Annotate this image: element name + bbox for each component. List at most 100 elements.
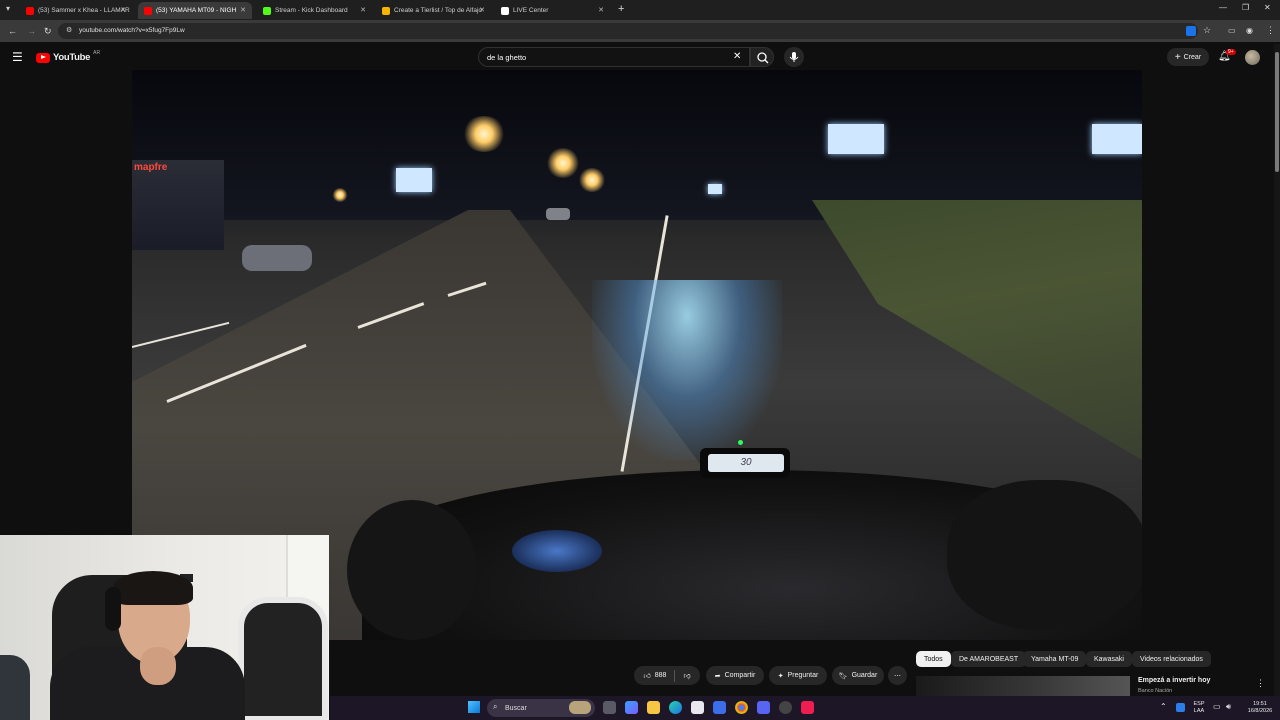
clock-date: 16/8/2026 — [1247, 708, 1273, 714]
store-icon[interactable] — [691, 701, 704, 714]
profile-icon[interactable]: ◉ — [1246, 26, 1253, 35]
billboard — [396, 168, 432, 192]
address-bar[interactable] — [58, 23, 1198, 39]
url-text: youtube.com/watch?v=x5fug7Fp9Lw — [79, 27, 185, 34]
browser-tab-3[interactable]: Stream - Kick Dashboard ✕ — [257, 2, 372, 19]
language-code: ESP — [1193, 701, 1205, 707]
chip-de-amarobeast[interactable]: De AMAROBEAST — [951, 651, 1027, 667]
browser-tab-1[interactable]: (53) Sammer x Khea - LLAMAR ✕ — [20, 2, 132, 19]
save-button[interactable]: 🔖︎ Guardar — [832, 666, 884, 685]
like-dislike-group: 👍︎ 888 👎︎ — [634, 666, 700, 685]
share-button[interactable]: ➦ Compartir — [706, 666, 764, 685]
windows-start-icon[interactable] — [468, 701, 480, 713]
billboard — [828, 124, 884, 154]
streamer-hair — [113, 571, 193, 605]
ask-button[interactable]: ✦ Preguntar — [769, 666, 827, 685]
tab-title: Create a Tierlist / Top de Alfajo — [394, 7, 483, 14]
youtube-play-icon — [36, 52, 50, 63]
share-label: Compartir — [724, 672, 756, 679]
browser-menu-icon[interactable]: ⋮ — [1266, 25, 1275, 36]
chip-kawasaki[interactable]: Kawasaki — [1086, 651, 1132, 667]
volume-icon[interactable]: 🔊︎ — [1226, 702, 1231, 712]
ask-label: Preguntar — [787, 672, 819, 679]
create-label: Crear — [1183, 53, 1202, 61]
search-query-text: de la ghetto — [487, 53, 527, 62]
tiktok-favicon-icon — [501, 6, 509, 15]
ad-advertiser: Banco Nación — [1138, 688, 1173, 694]
browser-tab-5[interactable]: LIVE Center ✕ — [495, 2, 610, 19]
edge-icon[interactable] — [669, 701, 682, 714]
onedrive-icon[interactable] — [1176, 703, 1185, 712]
scrollbar-thumb[interactable] — [1275, 52, 1279, 172]
reload-icon[interactable]: ↻ — [44, 26, 52, 37]
like-count: 888 — [654, 672, 667, 679]
left-chair — [0, 655, 30, 720]
task-view-icon[interactable] — [603, 701, 616, 714]
file-explorer-icon[interactable] — [647, 701, 660, 714]
share-icon: ➦ — [714, 672, 721, 680]
car — [242, 245, 312, 271]
browser-tab-2[interactable]: (53) YAMAHA MT09 - NIGH ✕ — [138, 2, 252, 19]
kick-favicon-icon — [263, 6, 271, 15]
right-glove — [947, 480, 1142, 630]
ad-thumbnail[interactable] — [916, 676, 1130, 696]
search-button[interactable] — [750, 47, 774, 67]
close-tab-icon[interactable]: ✕ — [360, 6, 366, 14]
language-indicator[interactable]: ESP LAA — [1190, 701, 1208, 715]
microphone-icon — [789, 52, 799, 62]
hamburger-menu-icon[interactable]: ☰ — [12, 50, 23, 64]
browser-tab-4[interactable]: Create a Tierlist / Top de Alfajo ✕ — [376, 2, 491, 19]
like-button[interactable]: 👍︎ 888 — [643, 671, 666, 680]
chip-videos-relacionados[interactable]: Videos relacionados — [1132, 651, 1211, 667]
voice-search-button[interactable] — [784, 47, 804, 67]
close-tab-icon[interactable]: ✕ — [479, 6, 485, 14]
minimize-icon[interactable]: — — [1219, 3, 1227, 12]
close-tab-icon[interactable]: ✕ — [240, 6, 246, 14]
street-lamp — [578, 168, 606, 192]
forward-icon[interactable]: → — [27, 26, 36, 36]
dislike-button[interactable]: 👎︎ — [683, 671, 690, 680]
mail-icon[interactable] — [713, 701, 726, 714]
tierlist-favicon-icon — [382, 6, 390, 15]
clock-time: 19:51 — [1253, 701, 1267, 707]
tiktok-icon[interactable] — [801, 701, 814, 714]
gaming-chair-white — [238, 597, 328, 720]
close-tab-icon[interactable]: ✕ — [120, 6, 126, 14]
youtube-favicon-icon — [144, 6, 152, 15]
youtube-favicon-icon — [26, 6, 34, 15]
site-info-icon[interactable]: ⚙ — [66, 26, 72, 34]
building — [132, 160, 224, 250]
chip-todos[interactable]: Todos — [916, 651, 951, 667]
clear-search-icon[interactable]: ✕ — [733, 51, 741, 62]
tab-title: (53) YAMAHA MT09 - NIGH — [156, 7, 237, 14]
close-tab-icon[interactable]: ✕ — [598, 6, 604, 14]
discord-icon[interactable] — [757, 701, 770, 714]
street-lamp — [462, 116, 506, 152]
new-tab-icon[interactable]: + — [618, 3, 624, 15]
app-icon[interactable] — [779, 701, 792, 714]
chrome-icon[interactable] — [735, 701, 748, 714]
translate-icon[interactable] — [1186, 26, 1196, 36]
tray-overflow-icon[interactable]: ⌃ — [1160, 702, 1167, 711]
widgets-icon[interactable] — [625, 701, 638, 714]
taskbar-search-input[interactable]: ⌕ Buscar — [487, 699, 595, 717]
mapfre-sign: mapfre — [134, 162, 168, 173]
youtube-logo[interactable]: YouTube AR — [36, 50, 100, 63]
chip-yamaha-mt09[interactable]: Yamaha MT-09 — [1023, 651, 1087, 667]
avatar[interactable] — [1245, 50, 1260, 65]
tab-search-icon[interactable]: ▾ — [6, 4, 10, 13]
close-window-icon[interactable]: ✕ — [1264, 3, 1271, 12]
create-button[interactable]: + Crear — [1167, 48, 1209, 66]
billboard — [708, 184, 722, 194]
more-actions-button[interactable]: ⋯ — [888, 666, 907, 685]
clock[interactable]: 19:51 16/8/2026 — [1244, 701, 1276, 715]
back-icon[interactable]: ← — [8, 26, 17, 36]
ad-title[interactable]: Empezá a invertir hoy — [1138, 677, 1210, 684]
ad-menu-icon[interactable]: ⋮ — [1256, 678, 1265, 689]
car — [546, 208, 570, 220]
cast-icon[interactable]: ▭ — [1228, 26, 1236, 35]
restore-icon[interactable]: ❐ — [1242, 3, 1249, 12]
search-input[interactable]: de la ghetto ✕ — [478, 47, 750, 67]
bookmark-star-icon[interactable]: ☆ — [1203, 25, 1211, 36]
network-icon[interactable]: ▭ — [1213, 702, 1221, 711]
